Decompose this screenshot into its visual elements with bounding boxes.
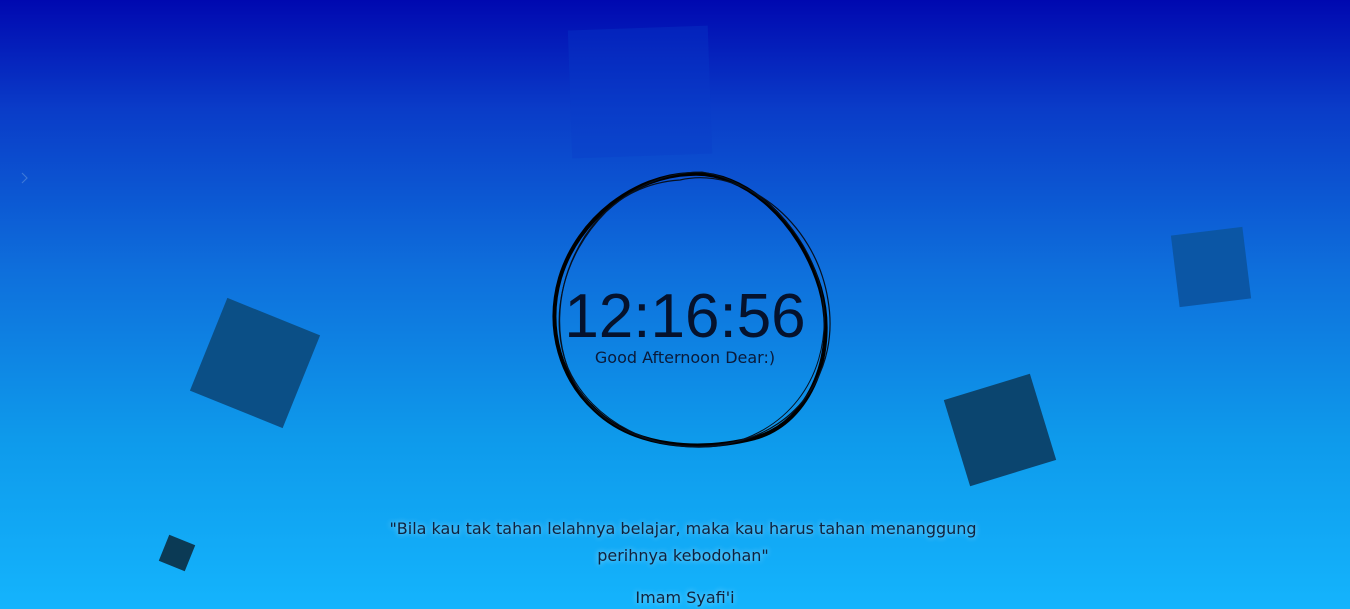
decorative-square-small bbox=[158, 534, 196, 572]
decorative-square-right-top bbox=[1170, 226, 1252, 308]
decorative-square-left bbox=[189, 297, 321, 429]
greeting-text: Good Afternoon Dear:) bbox=[594, 348, 776, 367]
chevron-right-icon[interactable] bbox=[18, 168, 32, 188]
quote-text: "Bila kau tak tahan lelahnya belajar, ma… bbox=[389, 519, 977, 565]
decorative-square-top bbox=[567, 25, 713, 159]
clock-time: 12:16:56 bbox=[564, 282, 806, 351]
decorative-square-right bbox=[943, 373, 1057, 487]
quote-author: Imam Syafi'i bbox=[635, 588, 735, 607]
